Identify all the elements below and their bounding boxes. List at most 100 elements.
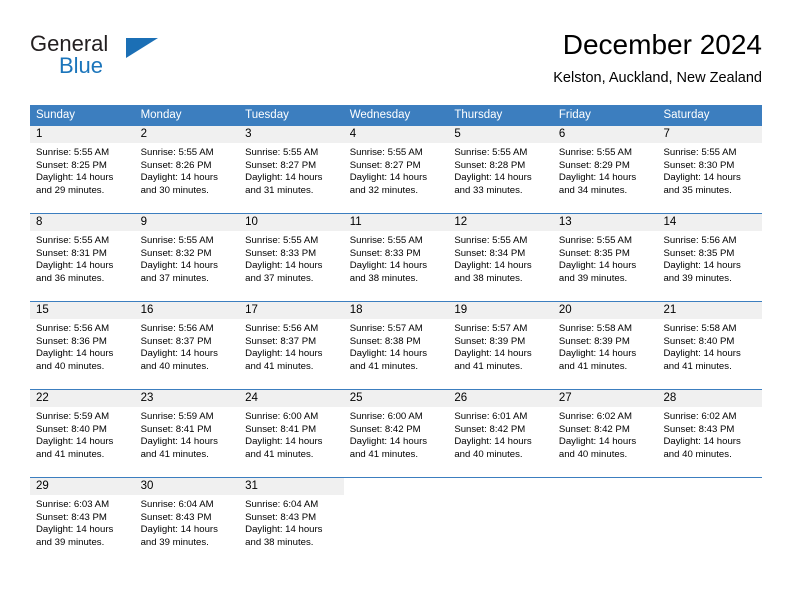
daylight-text: Daylight: 14 hours and 41 minutes. (454, 348, 532, 372)
day-number-band: 17 (239, 302, 344, 319)
sunset-text: Sunset: 8:39 PM (558, 335, 630, 347)
weekday-header-tuesday: Tuesday (245, 109, 289, 121)
daylight-text: Daylight: 14 hours and 39 minutes. (140, 524, 218, 548)
day-sun-info: Sunrise: 5:57 AM Sunset: 8:38 PM Daylight:… (344, 319, 449, 373)
day-cell[interactable]: 25 Sunrise: 6:00 AM Sunset: 8:42 PM Dayligh… (343, 390, 449, 477)
day-number: 22 (36, 392, 49, 404)
sunrise-text: Sunrise: 5:55 AM (245, 147, 319, 158)
day-sun-info: Sunrise: 5:55 AM Sunset: 8:33 PM Daylight:… (344, 231, 449, 285)
day-number-band: 18 (343, 302, 449, 319)
day-cell-empty (552, 478, 658, 565)
day-number: 14 (663, 216, 677, 228)
sunset-text: Sunset: 8:37 PM (140, 335, 212, 347)
daylight-text: Daylight: 14 hours and 32 minutes. (349, 172, 428, 196)
sunset-text: Sunset: 8:28 PM (454, 159, 526, 171)
sunrise-text: Sunrise: 6:02 AM (558, 411, 632, 422)
day-number: 27 (558, 392, 572, 404)
day-cell[interactable]: 15 Sunrise: 5:56 AM Sunset: 8:36 PM Dayligh… (30, 302, 135, 389)
daylight-text: Daylight: 14 hours and 41 minutes. (140, 436, 218, 460)
day-number: 1 (36, 128, 43, 140)
day-cell[interactable]: 23 Sunrise: 5:59 AM Sunset: 8:41 PM Dayligh… (134, 390, 240, 477)
day-number: 20 (558, 304, 572, 316)
day-number: 2 (140, 128, 147, 140)
day-number: 5 (454, 128, 461, 140)
sunrise-text: Sunrise: 5:58 AM (663, 323, 737, 334)
day-number-band: 23 (134, 390, 240, 407)
sunset-text: Sunset: 8:42 PM (454, 423, 526, 435)
day-cell[interactable]: 21 Sunrise: 5:58 AM Sunset: 8:40 PM Dayligh… (657, 302, 763, 389)
day-cell[interactable]: 20 Sunrise: 5:58 AM Sunset: 8:39 PM Dayligh… (552, 302, 658, 389)
day-cell[interactable]: 30 Sunrise: 6:04 AM Sunset: 8:43 PM Dayligh… (134, 478, 240, 565)
week-row: 29 Sunrise: 6:03 AM Sunset: 8:43 PM Dayligh… (30, 477, 763, 565)
sunrise-text: Sunrise: 5:55 AM (558, 235, 632, 246)
day-cell[interactable]: 22 Sunrise: 5:59 AM Sunset: 8:40 PM Dayligh… (30, 390, 135, 477)
page-header: General Blue December 2024 Kelston, Auck… (30, 28, 762, 98)
day-sun-info: Sunrise: 5:55 AM Sunset: 8:30 PM Daylight:… (657, 143, 762, 197)
page-title: December 2024 (562, 29, 762, 60)
general-blue-logo[interactable]: General Blue (30, 32, 230, 92)
sunrise-text: Sunrise: 5:55 AM (36, 147, 110, 158)
day-number: 24 (245, 392, 258, 404)
day-cell[interactable]: 2 Sunrise: 5:55 AM Sunset: 8:26 PM Daylight… (134, 126, 240, 213)
day-number-band: 22 (30, 390, 135, 407)
sunset-text: Sunset: 8:25 PM (36, 159, 107, 171)
week-row: 15 Sunrise: 5:56 AM Sunset: 8:36 PM Dayligh… (30, 301, 763, 389)
daylight-text: Daylight: 14 hours and 40 minutes. (36, 348, 114, 372)
day-number-band: 13 (552, 214, 658, 231)
day-number: 17 (245, 304, 258, 316)
week-row: 22 Sunrise: 5:59 AM Sunset: 8:40 PM Dayligh… (30, 389, 763, 477)
day-number-band: 15 (30, 302, 135, 319)
day-sun-info: Sunrise: 6:02 AM Sunset: 8:43 PM Daylight:… (657, 407, 762, 461)
day-number-band: 7 (657, 126, 763, 143)
daylight-text: Daylight: 14 hours and 41 minutes. (663, 348, 741, 372)
sunset-text: Sunset: 8:32 PM (140, 247, 212, 259)
day-cell[interactable]: 16 Sunrise: 5:56 AM Sunset: 8:37 PM Dayligh… (134, 302, 240, 389)
day-cell[interactable]: 9 Sunrise: 5:55 AM Sunset: 8:32 PM Daylight… (134, 214, 240, 301)
sunset-text: Sunset: 8:42 PM (349, 423, 421, 435)
day-cell[interactable]: 5 Sunrise: 5:55 AM Sunset: 8:28 PM Daylight… (448, 126, 553, 213)
day-cell[interactable]: 13 Sunrise: 5:55 AM Sunset: 8:35 PM Dayligh… (552, 214, 658, 301)
day-number: 13 (558, 216, 572, 228)
day-cell[interactable]: 10 Sunrise: 5:55 AM Sunset: 8:33 PM Dayligh… (239, 214, 344, 301)
day-number-band: 21 (657, 302, 763, 319)
day-cell[interactable]: 7 Sunrise: 5:55 AM Sunset: 8:30 PM Daylight… (657, 126, 763, 213)
day-sun-info: Sunrise: 5:55 AM Sunset: 8:27 PM Daylight:… (344, 143, 449, 197)
day-cell[interactable]: 8 Sunrise: 5:55 AM Sunset: 8:31 PM Daylight… (30, 214, 135, 301)
day-cell[interactable]: 29 Sunrise: 6:03 AM Sunset: 8:43 PM Dayligh… (30, 478, 135, 565)
day-cell[interactable]: 6 Sunrise: 5:55 AM Sunset: 8:29 PM Daylight… (552, 126, 658, 213)
sunrise-text: Sunrise: 5:55 AM (454, 147, 528, 158)
title-block: December 2024 Kelston, Auckland, New Zea… (553, 28, 762, 88)
day-cell[interactable]: 27 Sunrise: 6:02 AM Sunset: 8:42 PM Dayligh… (552, 390, 658, 477)
sunset-text: Sunset: 8:27 PM (349, 159, 421, 171)
day-cell[interactable]: 28 Sunrise: 6:02 AM Sunset: 8:43 PM Dayligh… (657, 390, 763, 477)
weekday-header-saturday: Saturday (663, 109, 710, 121)
day-cell[interactable]: 19 Sunrise: 5:57 AM Sunset: 8:39 PM Dayligh… (448, 302, 553, 389)
day-cell[interactable]: 31 Sunrise: 6:04 AM Sunset: 8:43 PM Dayligh… (239, 478, 344, 565)
day-cell[interactable]: 11 Sunrise: 5:55 AM Sunset: 8:33 PM Dayligh… (343, 214, 449, 301)
day-cell[interactable]: 26 Sunrise: 6:01 AM Sunset: 8:42 PM Dayligh… (448, 390, 553, 477)
day-number-band: 5 (448, 126, 553, 143)
day-cell[interactable]: 4 Sunrise: 5:55 AM Sunset: 8:27 PM Daylight… (343, 126, 449, 213)
day-number: 30 (140, 480, 154, 492)
weekday-header-sunday: Sunday (36, 109, 76, 121)
day-cell[interactable]: 24 Sunrise: 6:00 AM Sunset: 8:41 PM Dayligh… (239, 390, 344, 477)
day-sun-info: Sunrise: 5:58 AM Sunset: 8:40 PM Daylight:… (657, 319, 762, 373)
day-cell[interactable]: 14 Sunrise: 5:56 AM Sunset: 8:35 PM Dayligh… (657, 214, 763, 301)
day-number: 25 (349, 392, 363, 404)
daylight-text: Daylight: 14 hours and 38 minutes. (349, 260, 428, 284)
daylight-text: Daylight: 14 hours and 41 minutes. (245, 348, 323, 372)
weeks-container: 1 Sunrise: 5:55 AM Sunset: 8:25 PM Daylight… (30, 125, 763, 565)
day-sun-info: Sunrise: 5:55 AM Sunset: 8:29 PM Daylight:… (553, 143, 658, 197)
day-cell[interactable]: 18 Sunrise: 5:57 AM Sunset: 8:38 PM Dayligh… (343, 302, 449, 389)
day-sun-info: Sunrise: 5:55 AM Sunset: 8:25 PM Daylight:… (30, 143, 135, 197)
day-sun-info: Sunrise: 5:56 AM Sunset: 8:37 PM Daylight:… (239, 319, 344, 373)
day-cell[interactable]: 1 Sunrise: 5:55 AM Sunset: 8:25 PM Daylight… (30, 126, 135, 213)
day-sun-info: Sunrise: 6:03 AM Sunset: 8:43 PM Daylight:… (30, 495, 135, 549)
day-sun-info: Sunrise: 6:04 AM Sunset: 8:43 PM Daylight:… (239, 495, 344, 549)
day-cell[interactable]: 17 Sunrise: 5:56 AM Sunset: 8:37 PM Dayligh… (239, 302, 344, 389)
daylight-text: Daylight: 14 hours and 39 minutes. (558, 260, 637, 284)
day-cell[interactable]: 3 Sunrise: 5:55 AM Sunset: 8:27 PM Daylight… (239, 126, 344, 213)
day-cell[interactable]: 12 Sunrise: 5:55 AM Sunset: 8:34 PM Dayligh… (448, 214, 553, 301)
sunrise-text: Sunrise: 5:55 AM (349, 147, 423, 158)
daylight-text: Daylight: 14 hours and 30 minutes. (140, 172, 218, 196)
